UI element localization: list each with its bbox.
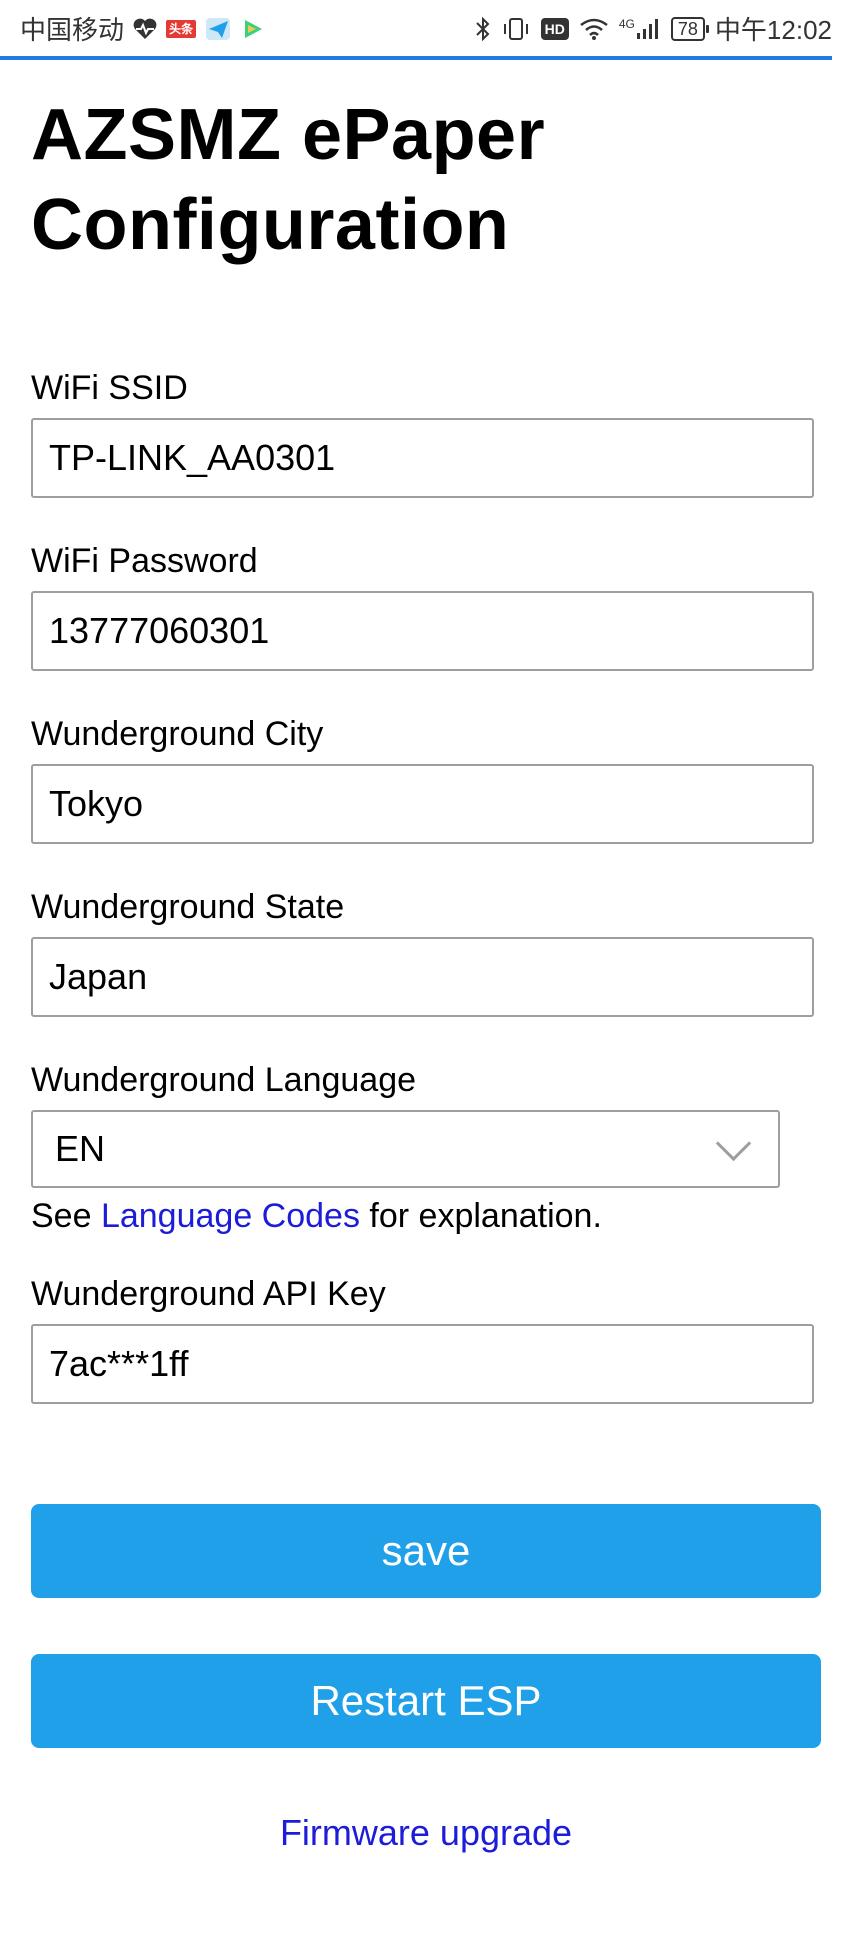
ssid-input[interactable]: TP-LINK_AA0301 <box>31 418 814 498</box>
page-title-line2: Configuration <box>31 185 510 265</box>
language-label: Wunderground Language <box>31 1061 417 1099</box>
firmware-upgrade-link[interactable]: Firmware upgrade <box>31 1812 821 1854</box>
restart-esp-button[interactable]: Restart ESP <box>31 1654 821 1748</box>
heart-monitor-icon <box>132 17 158 41</box>
ssid-label: WiFi SSID <box>31 369 188 407</box>
state-input[interactable]: Japan <box>31 937 814 1017</box>
password-value: 13777060301 <box>49 610 270 651</box>
city-value: Tokyo <box>49 783 144 824</box>
hint-prefix: See <box>31 1197 101 1235</box>
paper-plane-icon <box>204 16 232 42</box>
wifi-icon <box>579 17 609 41</box>
vibrate-icon <box>501 16 531 42</box>
password-label: WiFi Password <box>31 542 258 580</box>
news-badge-icon: 头条 <box>166 19 197 38</box>
apikey-input[interactable]: 7ac***1ff <box>31 1324 814 1404</box>
battery-indicator: 78 <box>670 16 709 41</box>
language-codes-link[interactable]: Language Codes <box>101 1197 360 1235</box>
city-input[interactable]: Tokyo <box>31 764 814 844</box>
state-value: Japan <box>49 956 148 997</box>
status-bar-right: HD 4G 78 中午12:02 <box>475 10 832 47</box>
clock: 中午12:02 <box>714 15 832 45</box>
chevron-down-icon <box>715 1125 752 1161</box>
language-value: EN <box>55 1128 106 1169</box>
hint-suffix: for explanation. <box>359 1197 602 1235</box>
network-type: 4G <box>618 16 635 31</box>
password-input[interactable]: 13777060301 <box>31 591 814 671</box>
language-hint: See Language Codes for explanation. <box>31 1196 821 1236</box>
video-play-icon <box>240 17 266 41</box>
carrier-name: 中国移动 <box>20 15 125 45</box>
page-load-progress-bar <box>0 56 832 60</box>
city-label: Wunderground City <box>31 715 324 753</box>
config-page: AZSMZ ePaper Configuration WiFi SSID TP-… <box>31 90 821 1854</box>
language-select[interactable]: EN <box>31 1110 780 1188</box>
apikey-label: Wunderground API Key <box>31 1275 386 1313</box>
page-title: AZSMZ ePaper Configuration <box>31 90 821 270</box>
bluetooth-icon <box>475 16 491 42</box>
signal-icon: 4G <box>619 17 661 41</box>
status-bar: 中国移动 头条 HD 4G 78 中午12:02 <box>0 0 850 56</box>
save-button[interactable]: save <box>31 1504 821 1598</box>
ssid-value: TP-LINK_AA0301 <box>49 437 336 478</box>
hd-icon: HD <box>540 17 569 40</box>
state-label: Wunderground State <box>31 888 345 926</box>
status-bar-left: 中国移动 头条 <box>20 10 266 47</box>
apikey-value: 7ac***1ff <box>49 1343 189 1384</box>
page-title-line1: AZSMZ ePaper <box>31 95 546 175</box>
